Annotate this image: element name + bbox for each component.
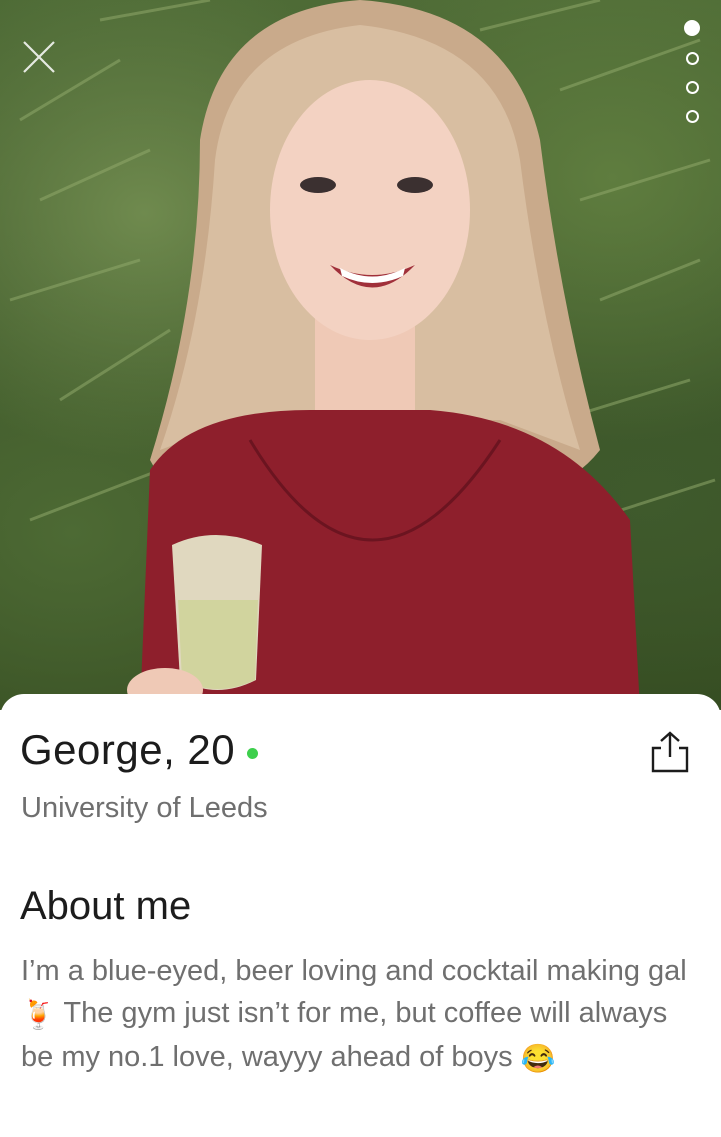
- photo-illustration: [9, 0, 716, 710]
- name-row: George, 20: [20, 726, 259, 774]
- pager-dot[interactable]: [685, 110, 699, 123]
- profile-name-age: George, 20: [20, 726, 236, 773]
- laughing-emoji: 😂: [520, 1043, 556, 1074]
- photo-pager[interactable]: [682, 20, 702, 139]
- profile-card: George, 20 University of Leeds About me …: [0, 694, 721, 1137]
- pager-dot[interactable]: [685, 52, 699, 65]
- online-status-dot: [247, 747, 259, 759]
- share-button[interactable]: [649, 730, 691, 774]
- bio-part-2: The gym just isn’t for me, but coffee wi…: [21, 997, 668, 1073]
- bio-part-1: I’m a blue-eyed, beer loving and cocktai…: [21, 955, 687, 987]
- about-heading: About me: [20, 884, 192, 928]
- close-button[interactable]: [20, 38, 58, 76]
- profile-photo[interactable]: [0, 0, 721, 710]
- pager-dot-active[interactable]: [684, 20, 700, 36]
- profile-school: University of Leeds: [21, 792, 268, 824]
- pager-dot[interactable]: [685, 81, 699, 94]
- close-icon: [23, 41, 55, 73]
- share-icon: [651, 731, 689, 773]
- bio-text: I’m a blue-eyed, beer loving and cocktai…: [21, 950, 701, 1080]
- cocktail-emoji: 🍹: [21, 999, 56, 1030]
